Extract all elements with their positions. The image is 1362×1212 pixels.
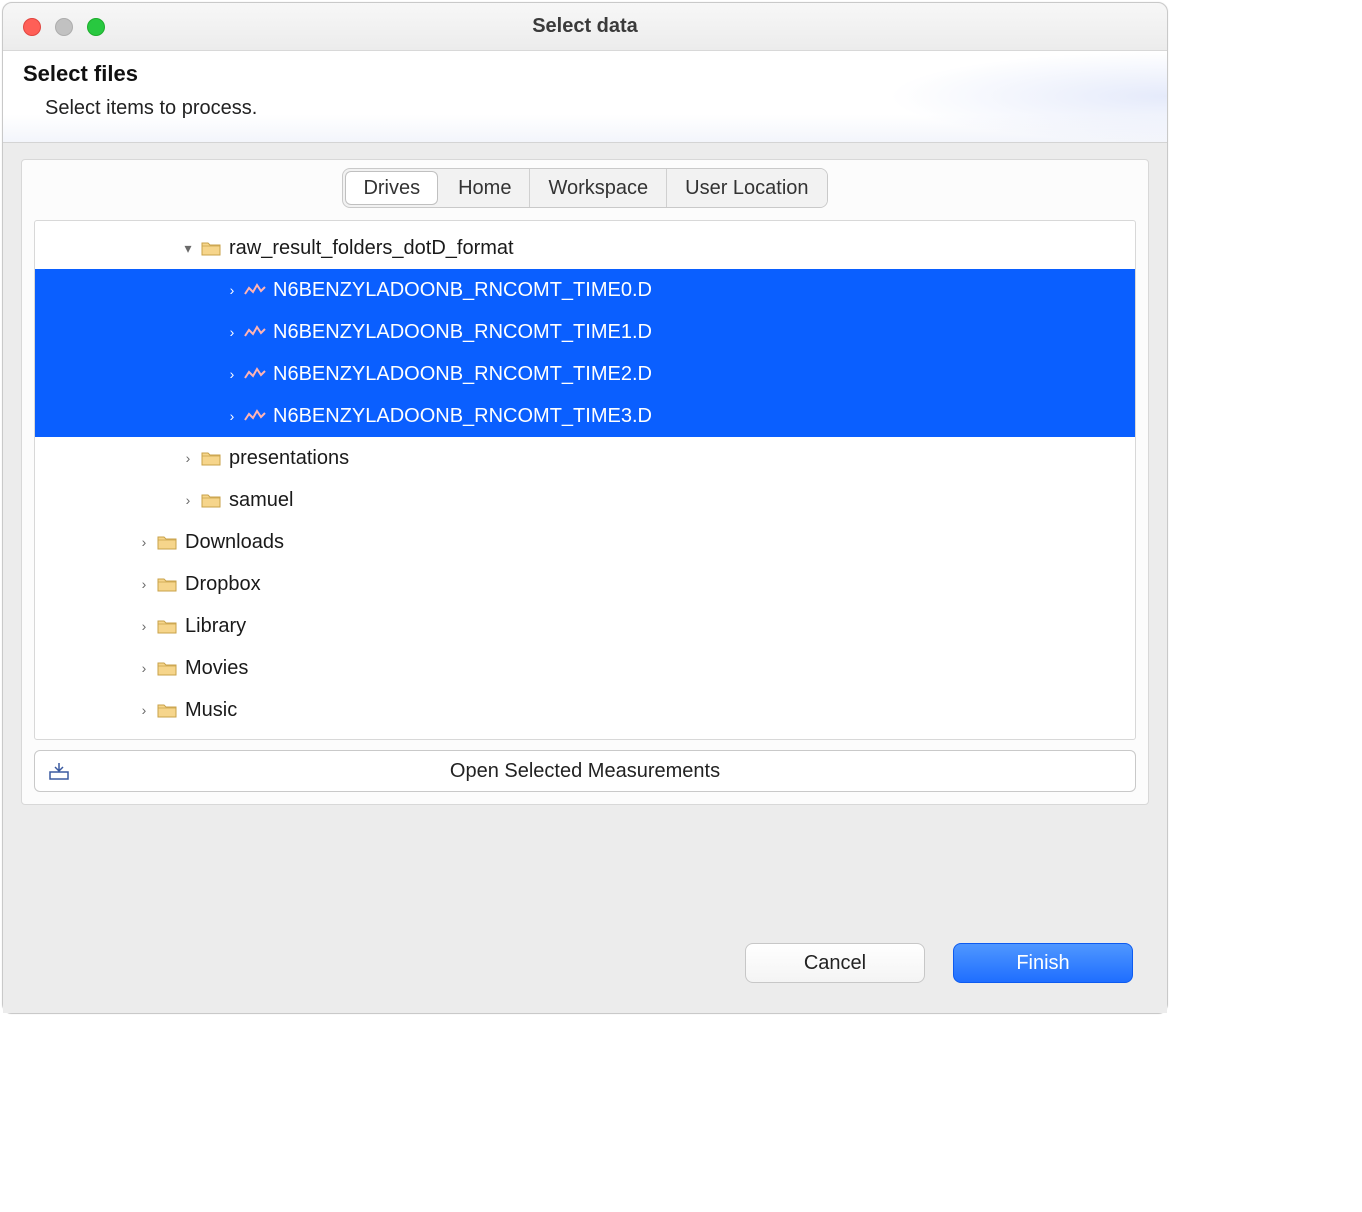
tree-item-label: Library [185, 615, 246, 638]
tree-item-folder[interactable]: › presentations [35, 437, 1135, 479]
tree-item-datafile[interactable]: › N6BENZYLADOONB_RNCOMT_TIME2.D [35, 353, 1135, 395]
tree-item-label: Downloads [185, 531, 284, 554]
close-icon[interactable] [23, 18, 41, 36]
window-title: Select data [3, 15, 1167, 38]
segmented-control: Drives Home Workspace User Location [342, 168, 827, 208]
chevron-right-icon[interactable]: › [133, 618, 155, 634]
tree-item-label: N6BENZYLADOONB_RNCOMT_TIME0.D [273, 279, 652, 302]
cancel-button[interactable]: Cancel [745, 943, 925, 983]
data-file-icon [243, 280, 267, 300]
data-file-icon [243, 406, 267, 426]
tree-item-label: raw_result_folders_dotD_format [229, 237, 514, 260]
folder-icon [199, 448, 223, 468]
titlebar: Select data [3, 3, 1167, 51]
finish-label: Finish [1016, 952, 1069, 975]
folder-icon [199, 238, 223, 258]
page-title: Select files [23, 61, 1147, 87]
tree-item-folder[interactable]: ▾ raw_result_folders_dotD_format [35, 227, 1135, 269]
chevron-right-icon[interactable]: › [221, 324, 243, 340]
tree-item-folder[interactable]: › Library [35, 605, 1135, 647]
tree-item-label: presentations [229, 447, 349, 470]
dialog-footer: Cancel Finish [21, 935, 1149, 997]
tree-item-folder[interactable]: › Dropbox [35, 563, 1135, 605]
tree-item-label: N6BENZYLADOONB_RNCOMT_TIME3.D [273, 405, 652, 428]
chevron-right-icon[interactable]: › [177, 450, 199, 466]
open-selected-button[interactable]: Open Selected Measurements [34, 750, 1136, 792]
tab-home[interactable]: Home [440, 169, 530, 207]
tab-label: User Location [685, 177, 808, 200]
tree-item-datafile[interactable]: › N6BENZYLADOONB_RNCOMT_TIME1.D [35, 311, 1135, 353]
tree-item-folder[interactable]: › Music [35, 689, 1135, 731]
tab-label: Home [458, 177, 511, 200]
chevron-right-icon[interactable]: › [221, 408, 243, 424]
tree-item-folder[interactable]: › Movies [35, 647, 1135, 689]
tree-item-folder[interactable]: › Downloads [35, 521, 1135, 563]
zoom-icon[interactable] [87, 18, 105, 36]
folder-icon [155, 532, 179, 552]
window-controls [3, 18, 105, 36]
tree-item-label: N6BENZYLADOONB_RNCOMT_TIME1.D [273, 321, 652, 344]
folder-icon [155, 700, 179, 720]
folder-icon [155, 574, 179, 594]
import-icon [49, 762, 69, 780]
tree-item-datafile[interactable]: › N6BENZYLADOONB_RNCOMT_TIME3.D [35, 395, 1135, 437]
minimize-icon[interactable] [55, 18, 73, 36]
folder-icon [155, 658, 179, 678]
tree-item-label: Music [185, 699, 237, 722]
chevron-right-icon[interactable]: › [133, 702, 155, 718]
tree-item-label: Movies [185, 657, 248, 680]
chevron-right-icon[interactable]: › [177, 492, 199, 508]
tree-item-folder[interactable]: › samuel [35, 479, 1135, 521]
chevron-down-icon[interactable]: ▾ [177, 240, 199, 257]
folder-icon [199, 490, 223, 510]
finish-button[interactable]: Finish [953, 943, 1133, 983]
tree-item-label: Dropbox [185, 573, 261, 596]
chevron-right-icon[interactable]: › [221, 282, 243, 298]
header: Select files Select items to process. [3, 51, 1167, 143]
location-tabs: Drives Home Workspace User Location [22, 160, 1148, 214]
tree-item-datafile[interactable]: › N6BENZYLADOONB_RNCOMT_TIME0.D [35, 269, 1135, 311]
tab-label: Drives [363, 177, 420, 200]
folder-icon [155, 616, 179, 636]
page-subtitle: Select items to process. [23, 97, 1147, 120]
data-file-icon [243, 322, 267, 342]
tree-item-label: samuel [229, 489, 293, 512]
tab-drives[interactable]: Drives [345, 171, 438, 205]
chevron-right-icon[interactable]: › [221, 366, 243, 382]
file-tree[interactable]: ▾ raw_result_folders_dotD_format › N6BENZYL… [34, 220, 1136, 740]
open-selected-label: Open Selected Measurements [450, 760, 720, 783]
chevron-right-icon[interactable]: › [133, 576, 155, 592]
chevron-right-icon[interactable]: › [133, 660, 155, 676]
file-browser-panel: Drives Home Workspace User Location ▾ raw… [21, 159, 1149, 805]
content-area: Drives Home Workspace User Location ▾ raw… [3, 143, 1167, 1013]
tree-item-label: N6BENZYLADOONB_RNCOMT_TIME2.D [273, 363, 652, 386]
tab-label: Workspace [548, 177, 648, 200]
tab-workspace[interactable]: Workspace [530, 169, 667, 207]
chevron-right-icon[interactable]: › [133, 534, 155, 550]
tab-user-location[interactable]: User Location [667, 169, 826, 207]
cancel-label: Cancel [804, 952, 866, 975]
data-file-icon [243, 364, 267, 384]
dialog-window: Select data Select files Select items to… [2, 2, 1168, 1014]
